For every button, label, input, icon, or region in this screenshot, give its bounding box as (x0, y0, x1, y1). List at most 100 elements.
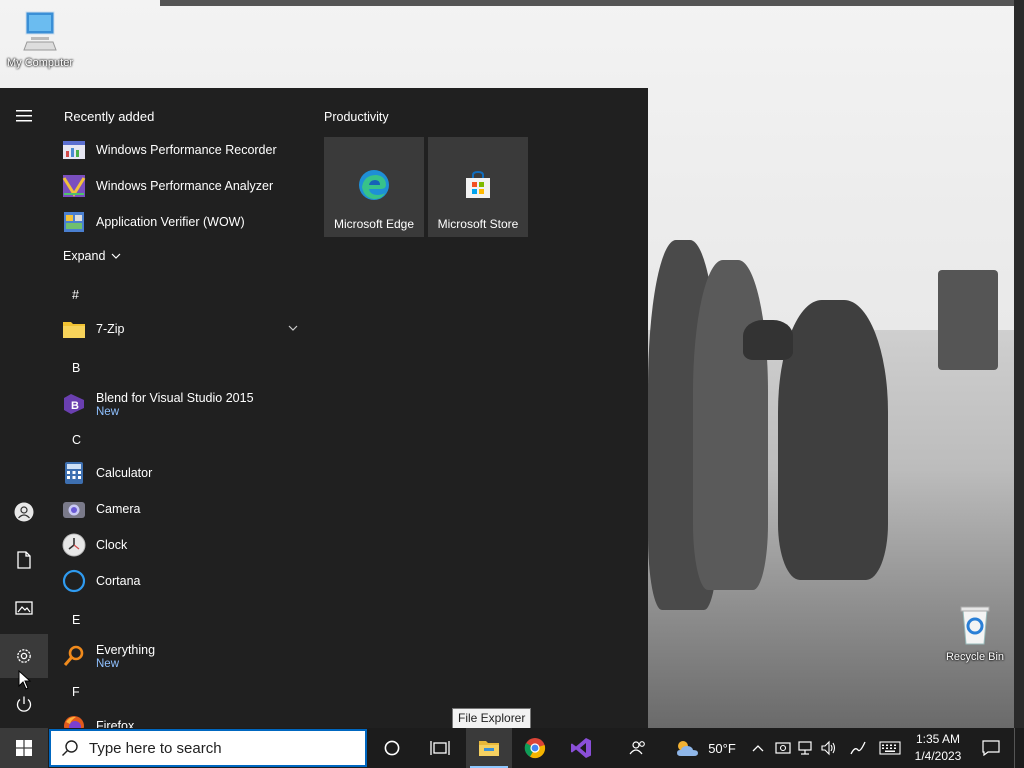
calculator-icon (62, 461, 86, 485)
svg-text:B: B (71, 400, 79, 412)
app-cortana[interactable]: Cortana (62, 563, 310, 599)
user-account-button[interactable] (0, 490, 48, 534)
app-everything[interactable]: Everything New (62, 636, 310, 676)
start-rail (0, 88, 48, 728)
documents-button[interactable] (0, 538, 48, 582)
app-clock[interactable]: Clock (62, 527, 310, 563)
search-icon (62, 740, 78, 756)
task-view-button[interactable] (416, 728, 464, 768)
folder-icon (62, 317, 86, 341)
touch-keyboard-button[interactable] (876, 728, 904, 768)
search-input[interactable] (87, 738, 341, 758)
people-button[interactable] (624, 728, 652, 768)
pictures-icon (15, 601, 33, 615)
app-application-verifier[interactable]: Application Verifier (WOW) (62, 204, 310, 240)
section-header-f[interactable]: F (72, 685, 80, 699)
mouse-cursor-icon (18, 670, 32, 690)
edge-icon (359, 170, 389, 200)
app-label: Calculator (96, 465, 153, 480)
section-header-c[interactable]: C (72, 433, 81, 447)
section-header-b[interactable]: B (72, 361, 80, 375)
pen-workspace-button[interactable] (846, 728, 870, 768)
section-header-e[interactable]: E (72, 613, 80, 627)
tile-label: Microsoft Edge (333, 217, 415, 231)
tray-app-icon (775, 742, 791, 754)
file-explorer-taskbar-button[interactable] (466, 728, 512, 768)
cortana-circle-icon (384, 740, 400, 756)
app-label: Clock (96, 537, 128, 552)
hamburger-menu-button[interactable] (0, 94, 48, 138)
app-label: Blend for Visual Studio 2015 (96, 390, 254, 405)
clock-time: 1:35 AM (915, 732, 961, 746)
performance-analyzer-icon (62, 174, 86, 198)
camera-icon (62, 497, 86, 521)
volume-icon (821, 740, 836, 756)
app-blend-for-visual-studio[interactable]: B Blend for Visual Studio 2015 New (62, 384, 310, 424)
performance-recorder-icon (62, 138, 86, 162)
app-firefox[interactable]: Firefox (62, 708, 310, 728)
notification-icon (982, 740, 1000, 756)
new-badge: New (96, 405, 120, 418)
tile-microsoft-store[interactable]: Microsoft Store (428, 137, 528, 237)
start-button[interactable] (0, 728, 48, 768)
windows-logo-icon (16, 740, 32, 756)
wallpaper-figure (693, 260, 768, 590)
app-label: Firefox (96, 718, 135, 729)
start-menu: Recently added Windows Performance Recor… (0, 88, 648, 728)
weather-widget[interactable]: 50°F (670, 728, 740, 768)
app-7-zip[interactable]: 7-Zip (62, 311, 302, 347)
volume-button[interactable] (818, 728, 840, 768)
wallpaper-figure (778, 300, 888, 580)
app-calculator[interactable]: Calculator (62, 455, 310, 491)
clock-icon (62, 533, 86, 557)
task-view-icon (430, 741, 450, 755)
taskbar-search-box[interactable] (49, 729, 367, 767)
tile-microsoft-edge[interactable]: Microsoft Edge (324, 137, 424, 237)
new-badge: New (96, 657, 120, 670)
chevron-down-icon[interactable] (288, 325, 298, 331)
wallpaper-boat (743, 320, 793, 360)
app-camera[interactable]: Camera (62, 491, 310, 527)
tray-app-button[interactable] (772, 728, 794, 768)
expand-button[interactable]: Expand (63, 249, 121, 263)
people-icon (629, 741, 645, 755)
cortana-button[interactable] (368, 728, 416, 768)
desktop-icon-recycle-bin[interactable]: Recycle Bin (940, 604, 1010, 663)
everything-search-icon (62, 644, 86, 668)
visual-studio-taskbar-button[interactable] (558, 728, 604, 768)
section-header-hash[interactable]: # (72, 288, 79, 302)
cortana-icon (62, 569, 86, 593)
network-button[interactable] (795, 728, 817, 768)
power-icon (16, 696, 32, 712)
recycle-bin-icon (960, 606, 990, 645)
notifications-button[interactable] (976, 728, 1006, 768)
app-label: Everything (96, 642, 156, 657)
show-hidden-icons-button[interactable] (748, 728, 768, 768)
pictures-button[interactable] (0, 586, 48, 630)
chevron-down-icon (111, 253, 121, 259)
app-windows-performance-analyzer[interactable]: Windows Performance Analyzer (62, 168, 310, 204)
tiles-group-header: Productivity (324, 110, 389, 124)
gear-icon (17, 649, 31, 663)
app-windows-performance-recorder[interactable]: Windows Performance Recorder (62, 132, 310, 168)
app-list: Recently added Windows Performance Recor… (48, 88, 310, 728)
clock-date: 1/4/2023 (914, 749, 962, 763)
user-icon (14, 502, 34, 522)
app-label: Windows Performance Analyzer (96, 178, 274, 193)
desktop-icon-my-computer[interactable]: My Computer (2, 10, 78, 69)
weather-partly-cloudy-icon (677, 741, 699, 756)
blend-icon: B (62, 392, 86, 416)
desktop-icon-label: My Computer (6, 57, 74, 69)
taskbar-clock[interactable]: 1:35 AM 1/4/2023 (906, 731, 970, 765)
chrome-taskbar-button[interactable] (512, 728, 558, 768)
tile-label: Microsoft Store (437, 217, 519, 231)
hamburger-icon (16, 110, 32, 122)
pen-icon (850, 741, 866, 755)
computer-icon (23, 11, 57, 51)
expand-label: Expand (63, 249, 106, 263)
taskbar: 50°F 1:35 AM 1/4/2023 (0, 728, 1024, 768)
desktop-icon-label: Recycle Bin (945, 651, 1005, 663)
show-desktop-button[interactable] (1014, 728, 1024, 768)
file-explorer-tooltip: File Explorer (452, 708, 532, 729)
app-label: Camera (96, 501, 141, 516)
